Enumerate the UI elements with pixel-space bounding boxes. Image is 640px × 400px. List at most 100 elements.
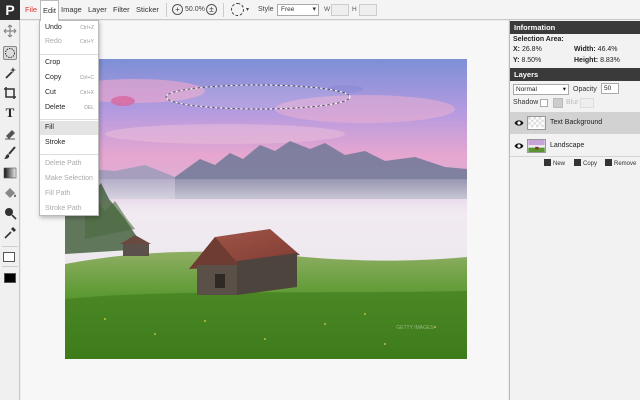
background-color-swatch[interactable] — [3, 252, 15, 262]
menu-item-crop[interactable]: Crop — [40, 56, 98, 70]
zoom-in-icon[interactable]: ± — [206, 4, 217, 15]
gradient-tool-icon[interactable] — [3, 166, 17, 180]
eye-icon[interactable] — [514, 118, 524, 128]
layer-thumbnail — [527, 139, 546, 153]
menu-item-copy[interactable]: Copy Ctrl+C — [40, 71, 98, 85]
shadow-checkbox[interactable] — [540, 99, 548, 107]
brush-tool-icon[interactable] — [3, 146, 17, 160]
edit-dropdown-menu: Undo Ctrl+Z Redo Ctrl+Y Crop Copy Ctrl+C… — [39, 20, 99, 216]
menu-item-stroke[interactable]: Stroke — [40, 136, 98, 150]
width-input[interactable] — [331, 4, 349, 16]
new-layer-button[interactable]: New — [544, 159, 565, 170]
menu-filter[interactable]: Filter — [113, 0, 130, 20]
eraser-tool-icon[interactable] — [3, 126, 17, 140]
menu-item-fill-path[interactable]: Fill Path — [40, 187, 98, 201]
selection-height: Height: 8.83% — [574, 57, 620, 64]
zoom-out-icon[interactable]: + — [172, 4, 183, 15]
selection-x: X: 26.8% — [513, 46, 542, 53]
layer-name: Landscape — [550, 142, 585, 149]
menu-item-label: Crop — [45, 59, 61, 66]
blur-input[interactable] — [580, 98, 594, 108]
shadow-color-swatch[interactable] — [553, 98, 563, 108]
crop-tool-icon[interactable] — [3, 86, 17, 100]
toolbar-divider — [166, 3, 167, 17]
blur-label: Blur — [566, 99, 579, 106]
menu-item-undo[interactable]: Undo Ctrl+Z — [40, 21, 98, 35]
blend-mode-select[interactable]: Normal — [513, 84, 569, 95]
copy-layer-icon — [574, 159, 581, 166]
canvas-image[interactable]: GETTY IMAGES — [65, 59, 467, 359]
move-tool-icon[interactable] — [3, 24, 17, 38]
selection-shape-icon[interactable] — [231, 3, 244, 16]
style-label: Style — [258, 6, 274, 13]
menu-layer[interactable]: Layer — [88, 0, 107, 20]
x-label: X: — [513, 46, 520, 53]
y-label: Y: — [513, 57, 520, 64]
shortcut-label: Ctrl+X — [79, 90, 94, 96]
menu-item-label: Stroke — [45, 139, 66, 146]
photo-watermark: GETTY IMAGES — [396, 325, 434, 331]
opacity-label: Opacity — [573, 86, 597, 93]
menu-item-label: Delete Path — [45, 160, 82, 167]
menu-divider — [40, 154, 98, 155]
new-layer-label: New — [553, 161, 566, 167]
menu-item-label: Fill — [45, 124, 54, 131]
tool-palette: T — [0, 20, 20, 400]
eye-icon[interactable] — [514, 141, 524, 151]
menu-item-label: Redo — [45, 38, 62, 45]
menu-item-fill[interactable]: Fill — [40, 121, 98, 135]
landscape-photo: GETTY IMAGES — [65, 59, 467, 359]
y-value: 8.50% — [521, 57, 542, 64]
layer-thumbnail — [527, 116, 546, 130]
menu-file[interactable]: File — [25, 0, 37, 20]
ellipse-select-tool-icon[interactable] — [3, 46, 17, 60]
new-layer-icon — [544, 159, 551, 166]
smudge-tool-icon[interactable] — [3, 206, 17, 220]
top-menu-bar: P File Edit Image Layer Filter Sticker +… — [0, 0, 640, 21]
selection-area-label: Selection Area: — [513, 36, 564, 43]
toolbar-divider — [2, 246, 18, 247]
toolbar-divider — [2, 266, 18, 267]
height-label: H — [352, 6, 357, 13]
layer-row[interactable]: Text Background — [510, 112, 640, 134]
width-label: W — [324, 6, 331, 13]
menu-item-delete[interactable]: Delete DEL — [40, 101, 98, 115]
text-tool-icon[interactable]: T — [3, 106, 17, 120]
menu-item-redo[interactable]: Redo Ctrl+Y — [40, 35, 98, 49]
width-label: Width: — [574, 46, 596, 53]
menu-item-make-selection[interactable]: Make Selection — [40, 172, 98, 186]
shortcut-label: Ctrl+Z — [80, 25, 94, 31]
shortcut-label: Ctrl+Y — [79, 39, 94, 45]
menu-item-label: Copy — [45, 74, 62, 81]
text-tool-glyph: T — [5, 105, 15, 120]
information-panel-header: Information — [510, 21, 640, 34]
paint-bucket-tool-icon[interactable] — [3, 186, 17, 200]
layers-panel-header: Layers — [510, 68, 640, 81]
menu-item-label: Stroke Path — [45, 205, 82, 212]
menu-item-label: Delete — [45, 104, 66, 111]
menu-sticker[interactable]: Sticker — [136, 0, 159, 20]
height-input[interactable] — [359, 4, 377, 16]
menu-item-label: Undo — [45, 24, 62, 31]
remove-layer-label: Remove — [614, 161, 637, 167]
remove-layer-button[interactable]: Remove — [605, 159, 636, 170]
eyedropper-tool-icon[interactable] — [3, 226, 17, 240]
style-select[interactable]: Free — [277, 4, 319, 16]
opacity-input[interactable]: 50 — [601, 83, 619, 94]
menu-item-delete-path[interactable]: Delete Path — [40, 157, 98, 171]
layer-row[interactable]: Landscape — [510, 135, 640, 157]
menu-divider — [40, 119, 98, 120]
menu-edit[interactable]: Edit — [40, 0, 59, 21]
menu-item-stroke-path[interactable]: Stroke Path — [40, 202, 98, 216]
height-value: 8.83% — [600, 57, 620, 64]
foreground-color-swatch[interactable] — [4, 273, 16, 283]
magic-wand-tool-icon[interactable] — [3, 66, 17, 80]
shortcut-label: DEL — [84, 105, 94, 111]
chevron-down-icon[interactable]: ▾ — [246, 0, 249, 20]
menu-item-label: Cut — [45, 89, 56, 96]
app-logo: P — [0, 0, 20, 20]
menu-image[interactable]: Image — [61, 0, 82, 20]
copy-layer-button[interactable]: Copy — [574, 159, 597, 170]
menu-item-cut[interactable]: Cut Ctrl+X — [40, 86, 98, 100]
zoom-level: 50.0% — [185, 6, 205, 13]
